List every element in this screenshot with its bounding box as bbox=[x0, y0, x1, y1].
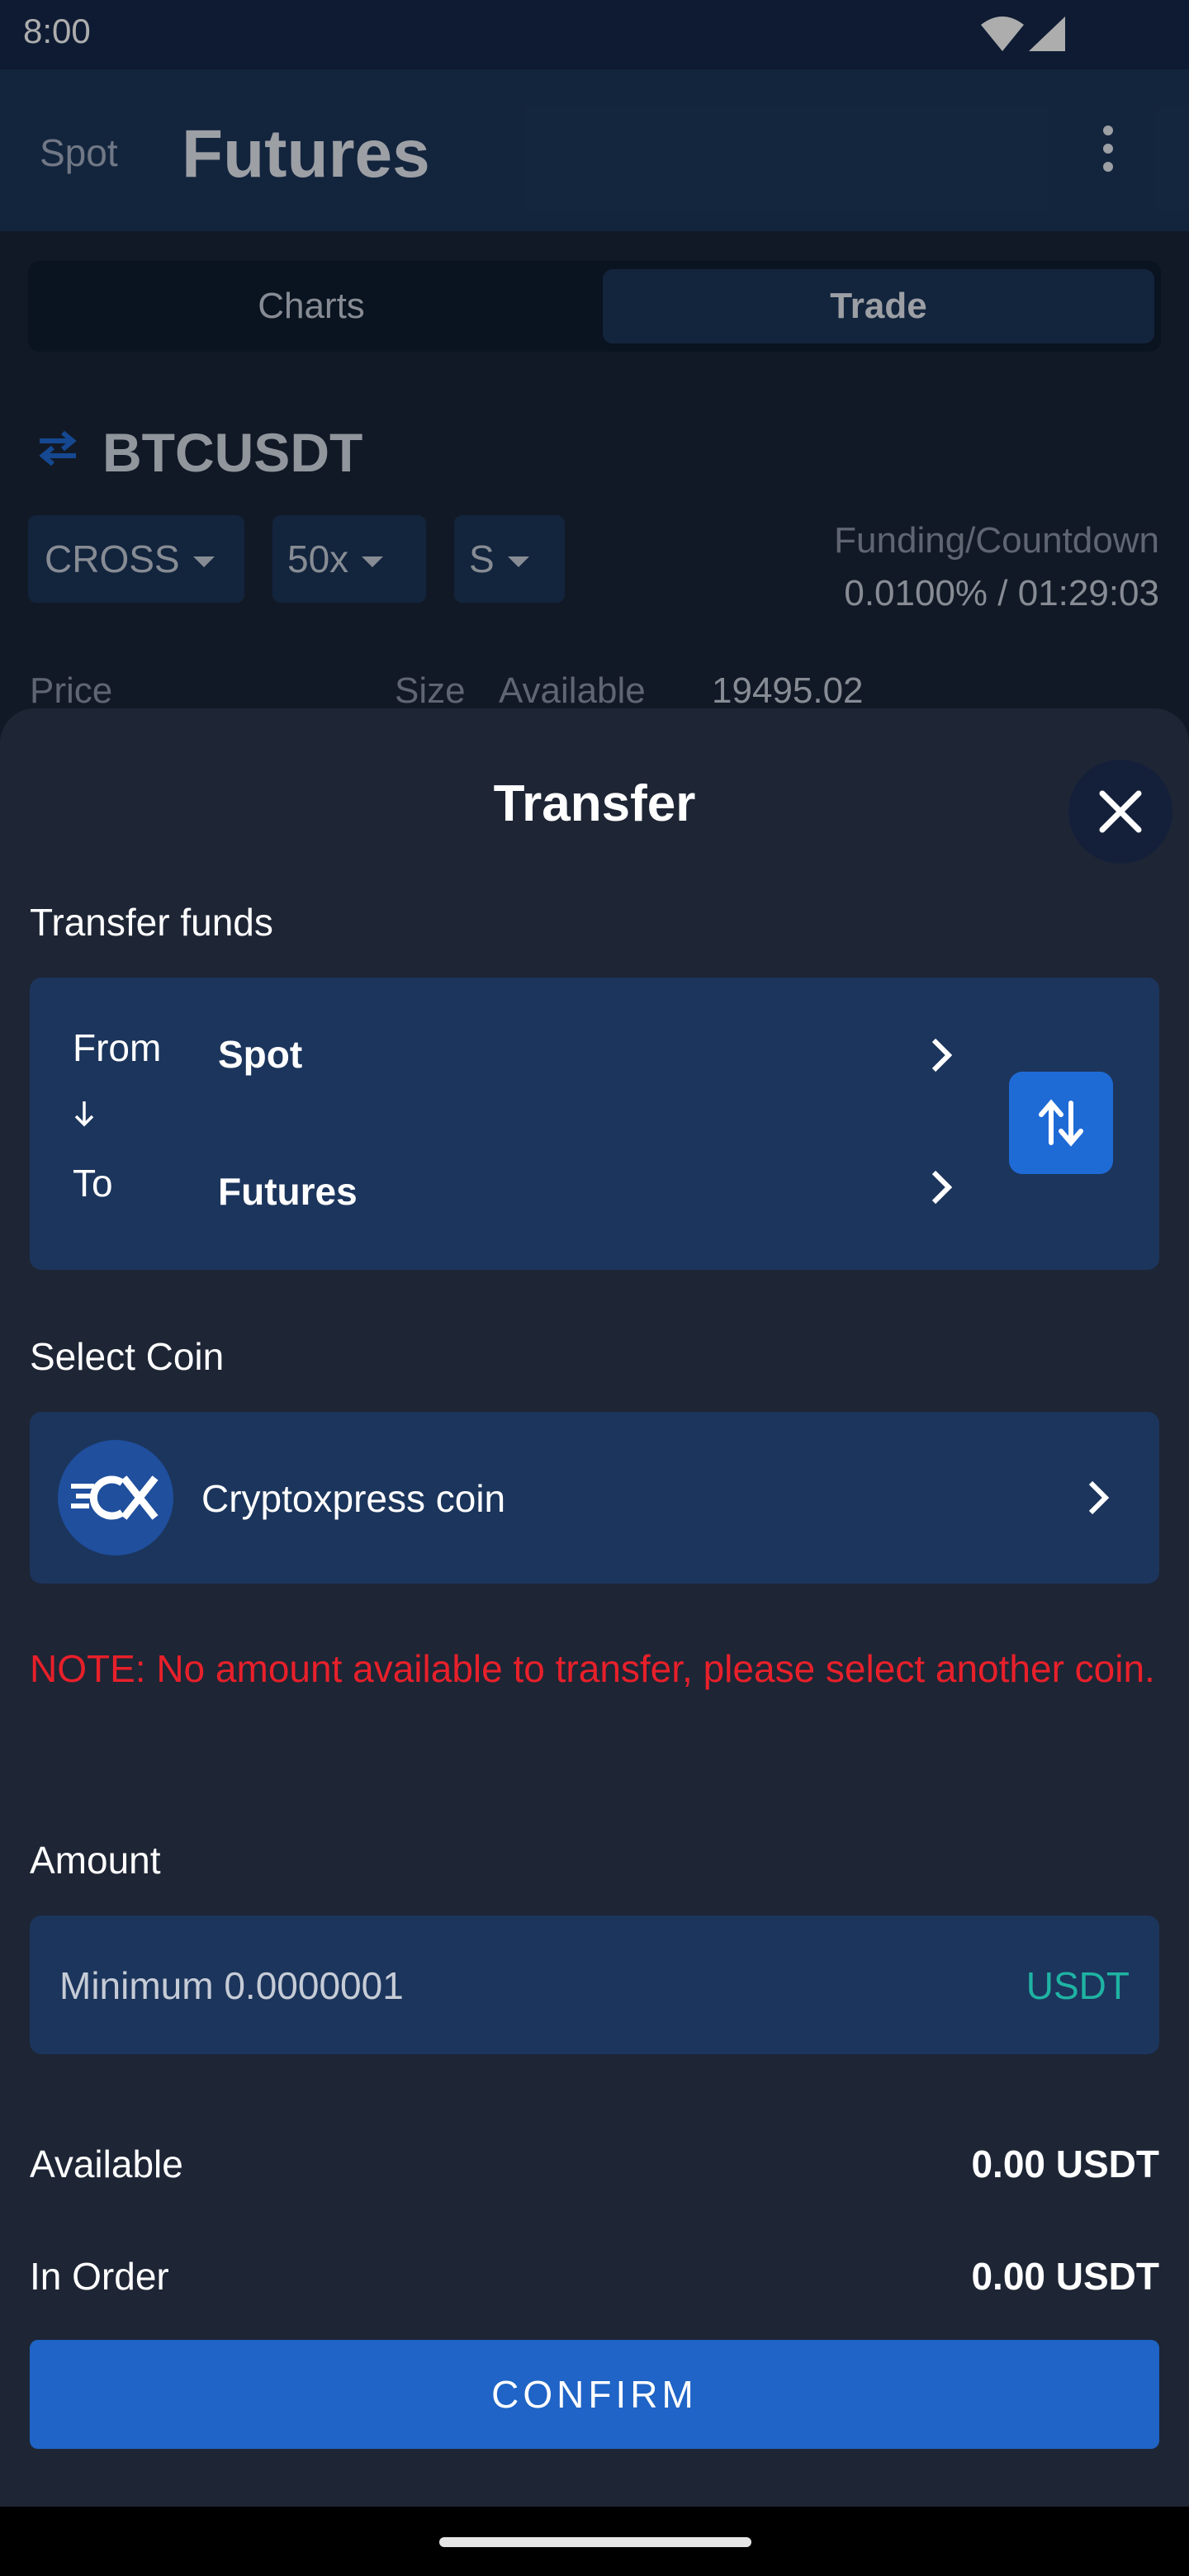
select-coin-label: Select Coin bbox=[30, 1335, 225, 1378]
amount-field[interactable]: USDT bbox=[30, 1915, 1159, 2056]
close-button[interactable] bbox=[1068, 760, 1172, 864]
transfer-funds-label: Transfer funds bbox=[30, 901, 273, 944]
amount-unit: USDT bbox=[1026, 1964, 1130, 2007]
transfer-sheet: Transfer Transfer funds From To Spot Fut… bbox=[0, 708, 1189, 2507]
chevron-right-icon bbox=[931, 1038, 953, 1073]
chevron-right-icon bbox=[1088, 1480, 1110, 1515]
from-account-selector[interactable]: Spot bbox=[218, 1032, 953, 1082]
coin-selector[interactable]: Cryptoxpress coin bbox=[30, 1412, 1159, 1584]
from-label: From bbox=[73, 1026, 162, 1069]
available-value: 0.00 USDT bbox=[971, 2143, 1159, 2185]
in-order-label: In Order bbox=[30, 2255, 169, 2298]
arrow-down-icon bbox=[73, 1100, 96, 1132]
sheet-title: Transfer bbox=[493, 775, 696, 832]
navigation-bar bbox=[0, 2507, 1189, 2576]
from-account-value: Spot bbox=[218, 1033, 303, 1076]
to-label: To bbox=[73, 1162, 113, 1205]
transfer-direction-card: From To Spot Futures bbox=[30, 978, 1159, 1270]
cryptoxpress-logo bbox=[58, 1440, 173, 1556]
amount-input[interactable] bbox=[58, 1915, 969, 2056]
available-label: Available bbox=[30, 2143, 183, 2185]
swap-vertical-icon bbox=[1039, 1099, 1083, 1147]
coin-name: Cryptoxpress coin bbox=[201, 1477, 506, 1520]
to-account-selector[interactable]: Futures bbox=[218, 1169, 953, 1219]
no-balance-note: NOTE: No amount available to transfer, p… bbox=[30, 1647, 1155, 1690]
in-order-value: 0.00 USDT bbox=[971, 2255, 1159, 2298]
close-icon bbox=[1099, 790, 1142, 833]
amount-label: Amount bbox=[30, 1839, 161, 1882]
swap-direction-button[interactable] bbox=[1009, 1072, 1113, 1174]
to-account-value: Futures bbox=[218, 1170, 358, 1213]
confirm-button[interactable]: CONFIRM bbox=[30, 2340, 1159, 2449]
home-gesture-handle[interactable] bbox=[439, 2537, 751, 2547]
chevron-right-icon bbox=[931, 1170, 953, 1205]
